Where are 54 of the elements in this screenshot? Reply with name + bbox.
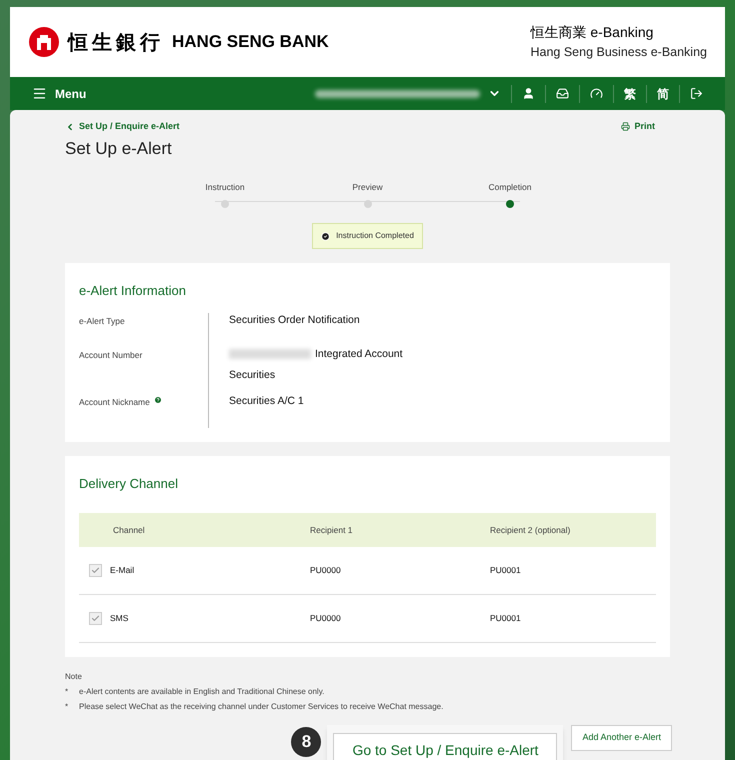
language-button[interactable]: 繁	[624, 84, 636, 102]
logout-icon[interactable]	[690, 87, 703, 100]
section-heading: e-Alert Information	[79, 282, 187, 300]
check-icon	[321, 232, 330, 240]
chevron-left-icon	[65, 122, 75, 132]
printer-icon	[621, 122, 630, 132]
section-heading: Delivery Channel	[79, 474, 179, 493]
language-button[interactable]: 简	[657, 84, 669, 102]
go-to-setup-button[interactable]: Go to Set Up / Enquire e-Alert	[333, 733, 558, 760]
product-name: 恒生商業 e-Banking	[530, 23, 654, 42]
note-text: Please select WeChat as the receiving channel under Customer Services to receive WeChat message.	[79, 701, 444, 713]
field-value: Securities A/C 1	[229, 394, 304, 408]
print-link[interactable]: Print	[621, 120, 655, 134]
note-title: Note	[65, 671, 83, 683]
field-label: e-Alert Type	[79, 314, 125, 328]
product-subtitle: Hang Seng Business e-Banking	[530, 44, 707, 62]
column-header: Channel	[112, 524, 146, 536]
step-label: Preview	[352, 181, 383, 194]
note-text: e-Alert contents are available in English and Traditional Chinese only.	[79, 686, 324, 698]
step-badge: 8	[291, 727, 322, 757]
checkbox[interactable]	[89, 612, 102, 625]
table-cell: PU0001	[490, 612, 521, 625]
field-label: Account Number	[79, 348, 142, 362]
add-alert-button[interactable]: Add Another e-Alert	[571, 725, 672, 751]
column-header: Recipient 1	[310, 524, 354, 536]
step-label: Completion	[488, 181, 532, 194]
checkbox[interactable]	[89, 564, 102, 577]
step-label: Instruction	[205, 181, 245, 194]
logo-icon	[28, 26, 60, 58]
table-cell-text: PU0000	[310, 612, 342, 625]
bullet-icon: *	[65, 701, 79, 713]
column-header: Recipient 2 (optional)	[490, 524, 570, 536]
menu-button[interactable]: Menu	[32, 84, 86, 102]
help-icon[interactable]	[154, 396, 162, 404]
menu-icon	[32, 86, 47, 101]
checkmark-icon	[91, 566, 100, 575]
back-link[interactable]: Set Up / Enquire e-Alert	[65, 120, 180, 134]
field-value: Securities Order Notification	[229, 312, 360, 328]
inbox-icon[interactable]	[556, 87, 569, 100]
table-cell: SMS	[110, 612, 128, 625]
table-cell: PU0001	[490, 564, 521, 577]
bank-name: HANG SENG BANK	[172, 31, 329, 54]
user-icon[interactable]	[522, 87, 535, 100]
page-title: Set Up e-Alert	[65, 138, 173, 160]
status-message: Instruction Completed	[312, 223, 423, 249]
bullet-icon: *	[65, 686, 79, 698]
checkmark-icon	[91, 614, 100, 623]
gauge-icon[interactable]	[590, 87, 603, 100]
field-value: Securities	[229, 369, 276, 382]
bank-name-chinese: 恒生銀行	[68, 29, 164, 56]
table-cell: E-Mail	[110, 564, 134, 577]
field-label: Account Nickname	[79, 396, 150, 408]
table-cell-text: PU0000	[310, 564, 342, 577]
field-value: Integrated Account	[315, 346, 403, 362]
